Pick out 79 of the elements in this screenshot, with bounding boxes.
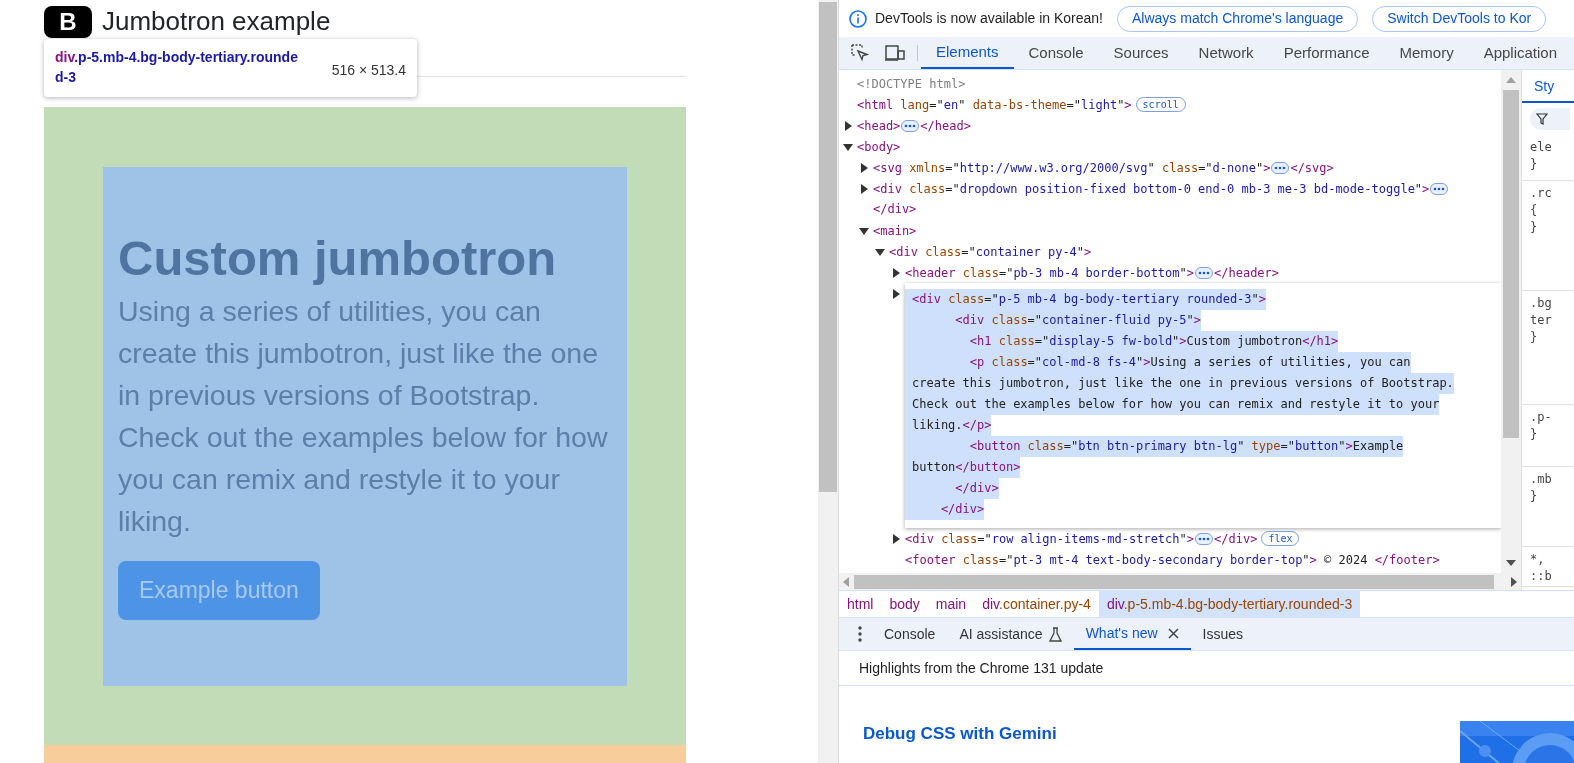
drawer-tab[interactable]: AI assistance	[947, 618, 1074, 650]
style-rule-text: }	[1530, 329, 1539, 346]
collapsed-arrow-icon[interactable]	[843, 120, 853, 131]
dom-node[interactable]: <header class="pb-3 mb-4 border-bottom"> </header>	[905, 263, 1280, 282]
collapsed-arrow-icon[interactable]	[859, 183, 869, 194]
drawer-tab[interactable]: What's new	[1073, 618, 1191, 650]
horizontal-scrollbar[interactable]	[839, 573, 1521, 590]
info-message: DevTools is now available in Korean!	[875, 9, 1103, 28]
drawer-tab[interactable]: Console	[872, 618, 948, 650]
expanded-arrow-icon[interactable]	[875, 246, 885, 257]
devtools-tab[interactable]: Memory	[1384, 37, 1469, 69]
breadcrumb[interactable]: main	[927, 591, 975, 617]
devtools-tab[interactable]: Elements	[921, 37, 1014, 69]
ellipsis-icon[interactable]	[1430, 182, 1449, 195]
more-options-icon[interactable]	[858, 626, 862, 642]
dom-node[interactable]: <div class="row align-items-md-stretch"> </div>	[905, 529, 1258, 548]
style-rule-text: }	[1530, 426, 1539, 443]
expanded-arrow-icon[interactable]	[843, 141, 853, 152]
article-title[interactable]: Debug CSS with Gemini	[863, 721, 1057, 763]
style-rule-text: {	[1530, 202, 1539, 219]
expanded-arrow-icon[interactable]	[859, 225, 869, 236]
breadcrumb[interactable]: html	[839, 591, 882, 617]
scroll-down-icon[interactable]	[1506, 559, 1516, 567]
dom-node[interactable]: <svg xmlns="http://www.w3.org/2000/svg" class="d-none"> </svg>	[873, 158, 1334, 177]
devtools-tab[interactable]: Application	[1468, 37, 1573, 69]
ellipsis-icon[interactable]	[1271, 161, 1290, 174]
style-rule-text: .bg	[1530, 295, 1553, 312]
tree-scrollbar[interactable]	[1501, 70, 1521, 573]
inspect-icon[interactable]	[851, 44, 869, 62]
ellipsis-icon[interactable]	[901, 119, 920, 132]
style-rule-text: ter	[1530, 312, 1553, 329]
dom-node[interactable]: <!DOCTYPE html>	[857, 74, 966, 93]
collapsed-arrow-icon[interactable]	[891, 288, 901, 299]
devtools-tab[interactable]: Console	[1013, 37, 1099, 69]
style-rule-text: .mb	[1530, 471, 1553, 488]
jumbotron-heading: Custom jumbotron	[118, 230, 558, 287]
style-rule-text: }	[1530, 219, 1539, 236]
ellipsis-icon[interactable]	[1195, 266, 1213, 279]
breadcrumb[interactable]: div.p-5.mb-4.bg-body-tertiary.rounded-3	[1098, 591, 1361, 617]
style-rule-text: *,	[1530, 551, 1546, 568]
flask-icon	[1048, 626, 1062, 642]
info-icon	[849, 9, 867, 28]
device-toolbar-icon[interactable]	[885, 44, 905, 62]
filter-field[interactable]	[1530, 108, 1570, 130]
dom-node[interactable]: <div class="container py-4">	[889, 242, 1092, 261]
dom-node[interactable]: <body>	[857, 137, 901, 156]
style-rule-text: }	[1530, 488, 1539, 505]
breadcrumb[interactable]: div.container.py-4	[974, 591, 1099, 617]
collapsed-arrow-icon[interactable]	[891, 267, 901, 278]
dom-node[interactable]: <main>	[873, 221, 917, 240]
close-icon[interactable]	[1167, 627, 1179, 639]
logo-icon: B	[44, 6, 92, 38]
page-title: Jumbotron example	[102, 6, 331, 36]
dom-node[interactable]: <html lang="en" data-bs-theme="light">	[857, 95, 1132, 114]
dom-node[interactable]: <div class="dropdown position-fixed bottom-0 end-0 mb-3 me-3 bd-mode-toggle">	[873, 179, 1450, 198]
devtools-tab[interactable]: Performance	[1268, 37, 1385, 69]
drawer-tab[interactable]: Issues	[1190, 618, 1256, 650]
style-rule-text: ele	[1530, 139, 1553, 156]
style-rule-text: }	[1530, 156, 1539, 173]
style-rule-text: .rc	[1530, 185, 1553, 202]
tooltip-size: 516 × 513.4	[331, 61, 406, 80]
scroll-right-icon[interactable]	[1510, 576, 1517, 587]
tooltip-selector: div.p-5.mb-4.bg-body-tertiary.rounded-3	[55, 48, 299, 87]
breadcrumb[interactable]: body	[881, 591, 928, 617]
styles-tab[interactable]: Sty	[1522, 70, 1574, 103]
dom-node[interactable]: <head> </head>	[857, 116, 971, 135]
style-rule-text: .p-	[1530, 409, 1553, 426]
whats-new-subtitle: Highlights from the Chrome 131 update	[839, 651, 1574, 686]
devtools-tab[interactable]: Network	[1183, 37, 1269, 69]
collapsed-arrow-icon[interactable]	[891, 533, 901, 544]
ellipsis-icon[interactable]	[1195, 532, 1213, 545]
devtools-tab[interactable]: Sources	[1098, 37, 1184, 69]
page-scrollbar[interactable]	[818, 0, 838, 763]
collapsed-arrow-icon[interactable]	[859, 162, 869, 173]
jumbotron-text: Using a series of utilities, you can create this jumbotron, just like the one in previous versions of Bootstrap. Check out the examples below for how you can remix and restyle it to your liking.	[118, 293, 609, 539]
dom-node[interactable]: </div>	[873, 202, 917, 216]
style-rule-text: ::b	[1530, 568, 1553, 585]
dom-node[interactable]: <footer class="pt-3 mt-4 text-body-secondary border-top"> © 2024 </footer>	[905, 550, 1440, 569]
filter-icon	[1536, 113, 1548, 125]
